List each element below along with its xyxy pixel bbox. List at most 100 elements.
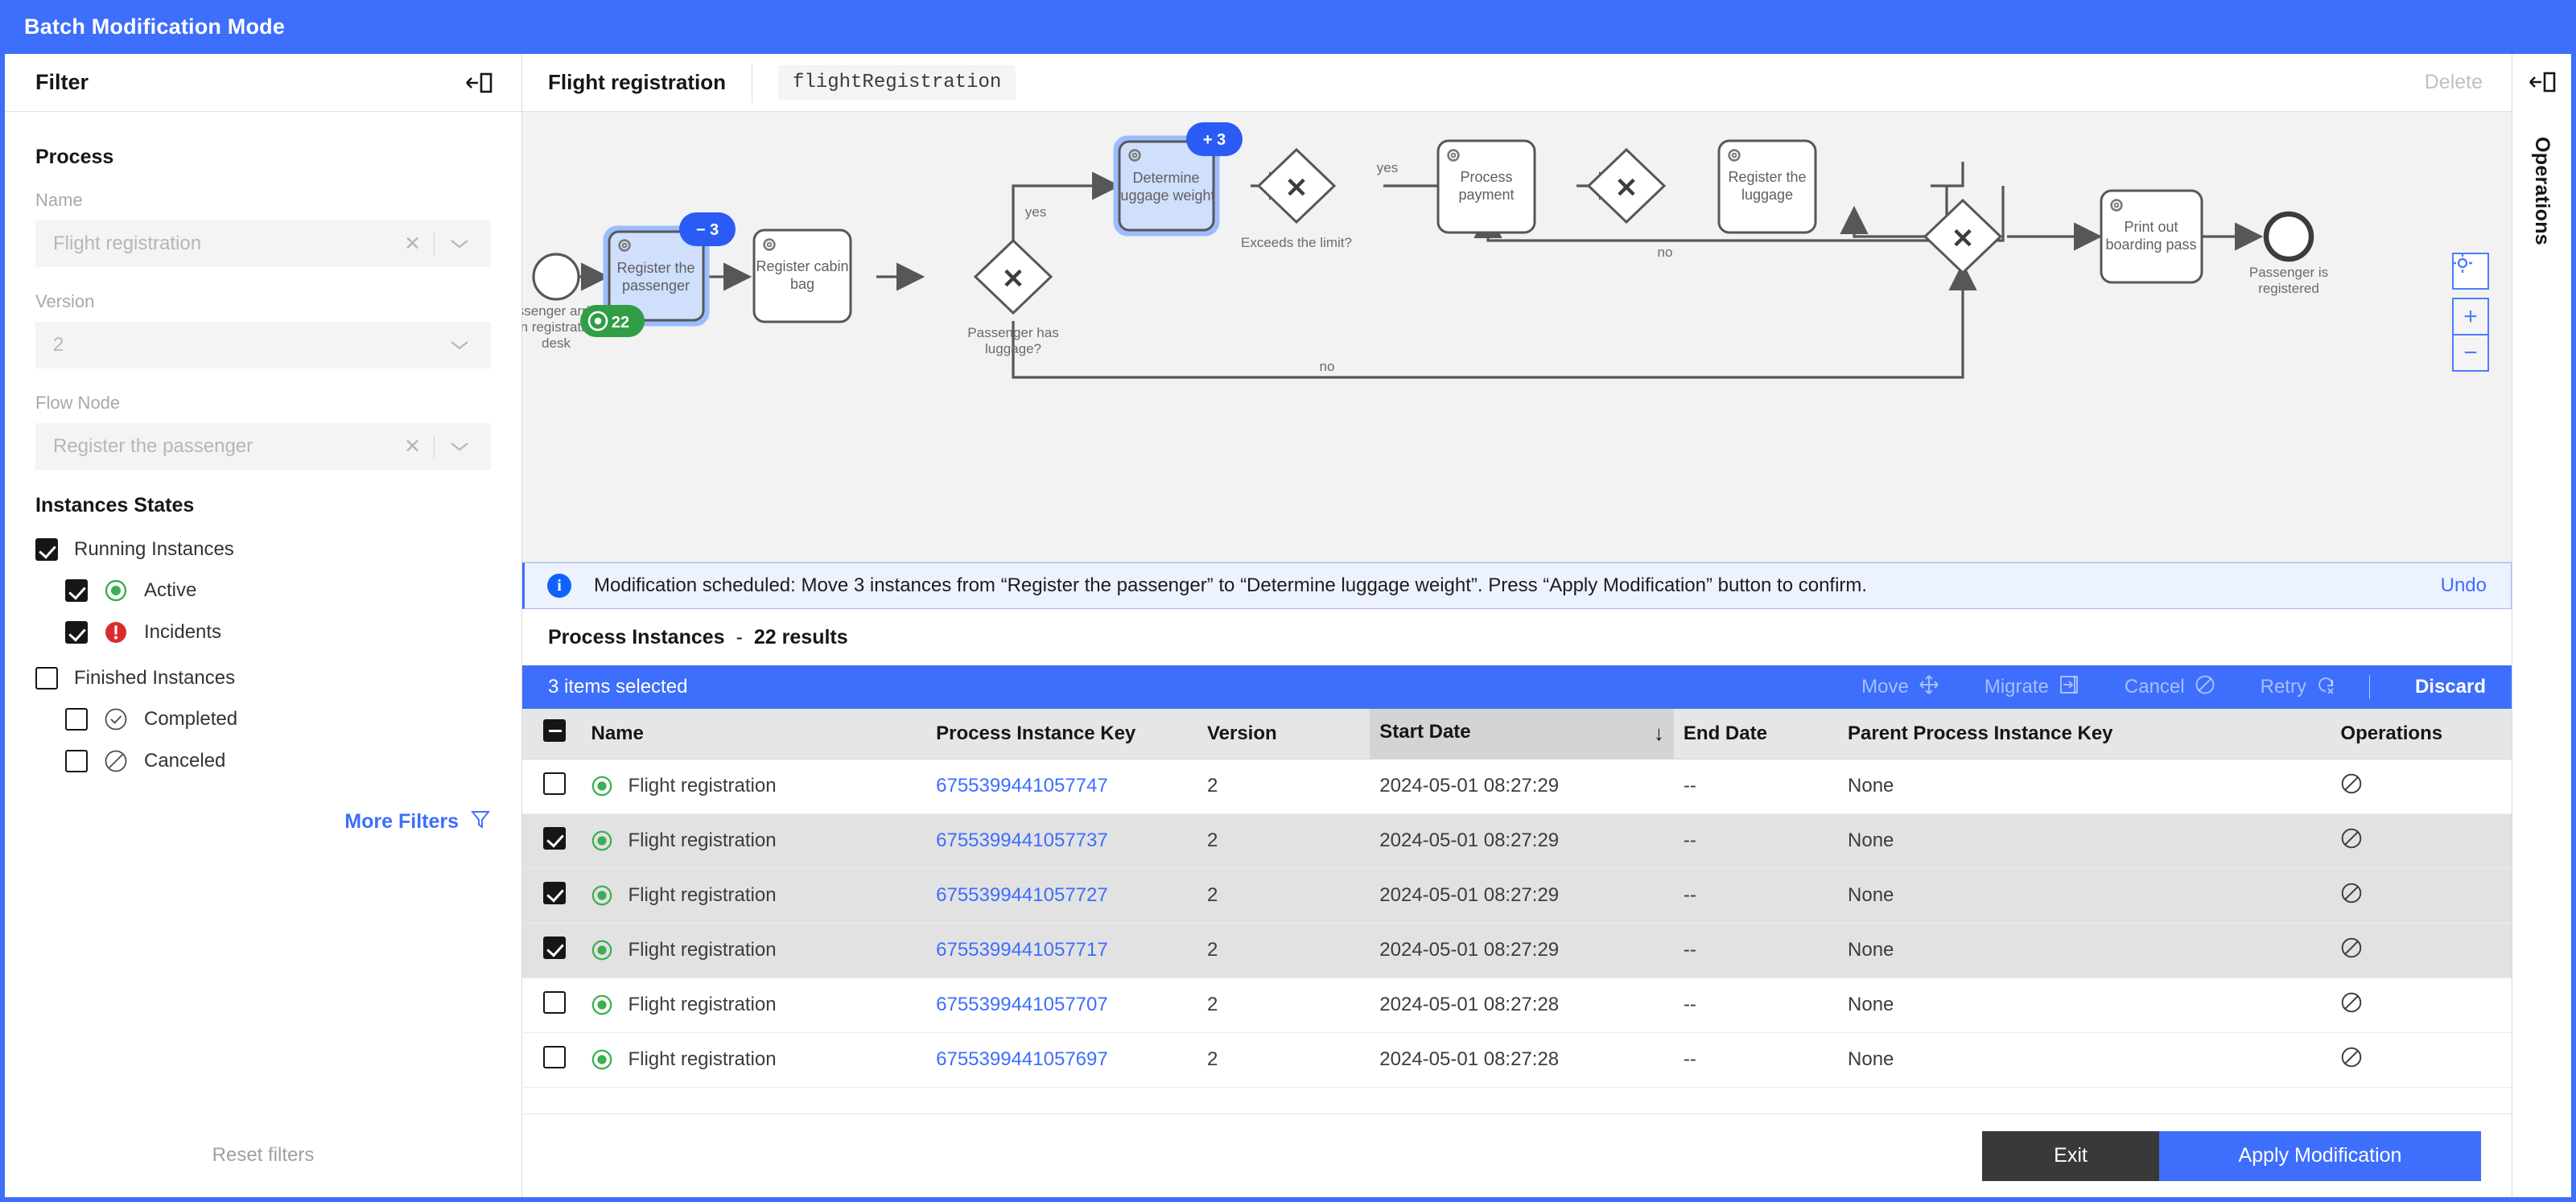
table-row[interactable]: Flight registration 6755399441057747 2 2024… — [522, 759, 2512, 814]
results-header: Process Instances - 22 results — [522, 609, 2512, 665]
reset-filters-button[interactable]: Reset filters — [5, 1113, 521, 1197]
process-instances-table-wrapper[interactable]: Name Process Instance Key Version Start … — [522, 709, 2512, 1113]
finished-instances-checkbox[interactable] — [35, 667, 58, 690]
filter-completed[interactable]: Completed — [35, 707, 491, 731]
process-version-field[interactable]: 2 — [35, 322, 491, 368]
undo-link[interactable]: Undo — [2441, 574, 2487, 597]
row-version-cell: 2 — [1197, 759, 1370, 814]
row-process-instance-key-cell[interactable]: 6755399441057747 — [926, 759, 1197, 814]
filter-running-instances[interactable]: Running Instances — [35, 538, 491, 561]
select-all-header[interactable] — [522, 709, 582, 759]
exit-button[interactable]: Exit — [1982, 1130, 2159, 1181]
migrate-action[interactable]: Migrate — [1985, 674, 2079, 701]
canceled-checkbox[interactable] — [65, 750, 88, 772]
column-header-end-date[interactable]: End Date — [1673, 709, 1839, 759]
cancel-operation-icon[interactable] — [2340, 773, 2363, 800]
row-select-cell[interactable] — [522, 868, 582, 924]
process-instance-key-link[interactable]: 6755399441057747 — [936, 775, 1108, 797]
row-process-instance-key-cell[interactable]: 6755399441057717 — [926, 923, 1197, 978]
column-header-start-date[interactable]: Start Date ↓ — [1370, 709, 1674, 759]
row-operations-cell[interactable] — [2331, 978, 2512, 1033]
completed-checkbox[interactable] — [65, 708, 88, 731]
process-instance-key-link[interactable]: 6755399441057727 — [936, 884, 1108, 906]
svg-text:Register cabin: Register cabin — [756, 258, 848, 274]
row-operations-cell[interactable] — [2331, 923, 2512, 978]
filter-active[interactable]: Active — [35, 578, 491, 603]
panel-expand-icon[interactable] — [2529, 72, 2556, 97]
row-checkbox[interactable] — [543, 772, 566, 795]
row-operations-cell[interactable] — [2331, 868, 2512, 924]
table-row[interactable]: Flight registration 6755399441057727 2 2024… — [522, 868, 2512, 924]
filter-funnel-icon — [470, 809, 491, 835]
row-name-label: Flight registration — [628, 939, 777, 961]
zoom-in-button[interactable]: + — [2452, 298, 2489, 335]
svg-text:Print out: Print out — [2124, 219, 2178, 235]
row-checkbox[interactable] — [543, 881, 566, 904]
process-instance-key-link[interactable]: 6755399441057737 — [936, 829, 1108, 851]
reset-zoom-icon[interactable] — [2452, 253, 2489, 290]
process-name-field[interactable]: Flight registration ✕ — [35, 220, 491, 267]
table-row[interactable]: Flight registration 6755399441057697 2 2024… — [522, 1032, 2512, 1088]
apply-modification-button[interactable]: Apply Modification — [2159, 1130, 2481, 1181]
process-instance-key-link[interactable]: 6755399441057707 — [936, 994, 1108, 1015]
column-header-key[interactable]: Process Instance Key — [926, 709, 1197, 759]
cancel-operation-icon[interactable] — [2340, 883, 2363, 909]
row-select-cell[interactable] — [522, 1032, 582, 1088]
process-instance-key-link[interactable]: 6755399441057697 — [936, 1048, 1108, 1070]
cancel-action[interactable]: Cancel — [2125, 674, 2215, 701]
clear-icon[interactable]: ✕ — [391, 232, 434, 256]
select-all-checkbox[interactable] — [543, 719, 566, 743]
row-select-cell[interactable] — [522, 978, 582, 1033]
row-process-instance-key-cell[interactable]: 6755399441057697 — [926, 1032, 1197, 1088]
running-instances-checkbox[interactable] — [35, 538, 58, 561]
clear-icon[interactable]: ✕ — [391, 434, 434, 459]
row-operations-cell[interactable] — [2331, 1032, 2512, 1088]
table-row[interactable]: Flight registration 6755399441057707 2 2024… — [522, 978, 2512, 1033]
flow-node-field[interactable]: Register the passenger ✕ — [35, 423, 491, 470]
row-checkbox[interactable] — [543, 936, 566, 959]
column-header-parent-key[interactable]: Parent Process Instance Key — [1838, 709, 2331, 759]
discard-action[interactable]: Discard — [2415, 676, 2486, 698]
zoom-out-button[interactable]: − — [2452, 335, 2489, 372]
retry-action[interactable]: Retry — [2261, 674, 2337, 701]
row-process-instance-key-cell[interactable]: 6755399441057737 — [926, 813, 1197, 869]
process-header: Flight registration flightRegistration D… — [522, 54, 2512, 112]
column-header-name[interactable]: Name — [581, 709, 927, 759]
table-row[interactable]: Flight registration 6755399441057737 2 2024… — [522, 813, 2512, 869]
cancel-operation-icon[interactable] — [2340, 1047, 2363, 1073]
cancel-operation-icon[interactable] — [2340, 937, 2363, 964]
row-select-cell[interactable] — [522, 923, 582, 978]
cancel-operation-icon[interactable] — [2340, 828, 2363, 854]
active-checkbox[interactable] — [65, 579, 88, 602]
canceled-label: Canceled — [144, 750, 226, 772]
move-action[interactable]: Move — [1861, 674, 1939, 701]
row-checkbox[interactable] — [543, 826, 566, 850]
cancel-operation-icon[interactable] — [2340, 992, 2363, 1019]
filter-finished-instances[interactable]: Finished Instances — [35, 667, 491, 690]
diagram-zoom-controls[interactable]: + − — [2452, 253, 2489, 372]
process-instance-key-link[interactable]: 6755399441057717 — [936, 939, 1108, 961]
row-checkbox[interactable] — [543, 990, 566, 1014]
delete-button[interactable]: Delete — [2425, 71, 2483, 94]
row-process-instance-key-cell[interactable]: 6755399441057727 — [926, 868, 1197, 924]
row-select-cell[interactable] — [522, 813, 582, 869]
more-filters-button[interactable]: More Filters — [35, 809, 491, 835]
filter-incidents[interactable]: Incidents — [35, 620, 491, 644]
bpmn-diagram[interactable]: Passenger arrived on registration desk R… — [522, 112, 2512, 562]
row-name-label: Flight registration — [628, 884, 777, 906]
filter-canceled[interactable]: Canceled — [35, 749, 491, 773]
svg-text:✕: ✕ — [1952, 224, 1975, 254]
panel-collapse-icon[interactable] — [465, 72, 493, 93]
row-process-instance-key-cell[interactable]: 6755399441057707 — [926, 978, 1197, 1033]
chevron-down-icon[interactable] — [435, 440, 478, 453]
chevron-down-icon[interactable] — [435, 237, 478, 250]
column-header-version[interactable]: Version — [1197, 709, 1370, 759]
row-select-cell[interactable] — [522, 759, 582, 814]
chevron-down-icon[interactable] — [435, 339, 478, 352]
row-operations-cell[interactable] — [2331, 813, 2512, 869]
table-row[interactable]: Flight registration 6755399441057717 2 2024… — [522, 923, 2512, 978]
svg-text:no: no — [1320, 359, 1335, 374]
incidents-checkbox[interactable] — [65, 621, 88, 644]
row-checkbox[interactable] — [543, 1045, 566, 1068]
row-operations-cell[interactable] — [2331, 759, 2512, 814]
